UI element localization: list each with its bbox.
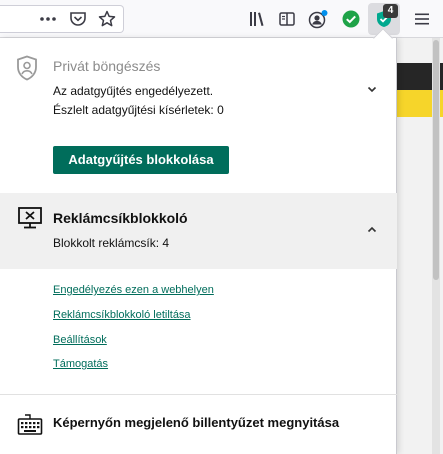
library-icon[interactable] bbox=[247, 9, 267, 29]
adblock-section[interactable]: Reklámcsíkblokkoló Blokkolt reklámcsík: … bbox=[0, 193, 397, 269]
keyboard-icon bbox=[17, 412, 43, 436]
menu-icon[interactable] bbox=[412, 9, 432, 29]
browser-toolbar: 4 bbox=[0, 0, 443, 38]
data-collection-status: Az adatgyűjtés engedélyezett. bbox=[53, 84, 214, 98]
support-link[interactable]: Támogatás bbox=[53, 358, 108, 370]
check-extension-icon[interactable] bbox=[341, 9, 361, 29]
chevron-up-icon[interactable] bbox=[365, 223, 379, 237]
disable-adblock-link[interactable]: Reklámcsíkblokkoló letiltása bbox=[53, 309, 191, 321]
settings-link[interactable]: Beállítások bbox=[53, 334, 107, 346]
page-content-strip bbox=[397, 38, 443, 454]
open-keyboard-title: Képernyőn megjelenő billentyűzet megnyit… bbox=[53, 415, 340, 430]
bookmark-star-icon[interactable] bbox=[97, 9, 117, 29]
chevron-down-icon[interactable] bbox=[365, 82, 379, 96]
block-data-collection-button[interactable]: Adatgyűjtés blokkolása bbox=[53, 146, 229, 174]
tracking-attempts-count: Észlelt adatgyűjtési kísérletek: 0 bbox=[53, 103, 224, 117]
account-icon[interactable] bbox=[308, 9, 328, 29]
section-divider bbox=[0, 394, 397, 395]
pocket-icon[interactable] bbox=[68, 9, 88, 29]
kaspersky-panel: Privát böngészés Az adatgyűjtés engedély… bbox=[0, 28, 397, 454]
allow-on-site-link[interactable]: Engedélyezés ezen a webhelyen bbox=[53, 284, 214, 296]
private-browsing-shield-icon bbox=[16, 55, 38, 81]
reader-icon[interactable] bbox=[277, 9, 297, 29]
private-browsing-title: Privát böngészés bbox=[53, 58, 161, 74]
on-screen-keyboard-section[interactable]: Képernyőn megjelenő billentyűzet megnyit… bbox=[0, 404, 397, 454]
browser-window: 4 Privát böngészés Az adatgyűjtés engedé… bbox=[0, 0, 443, 454]
adblock-monitor-icon bbox=[17, 205, 43, 231]
more-icon[interactable] bbox=[38, 9, 58, 29]
private-browsing-section: Privát böngészés Az adatgyűjtés engedély… bbox=[0, 38, 397, 193]
extension-badge: 4 bbox=[383, 4, 398, 18]
page-scrollbar-thumb[interactable] bbox=[433, 40, 439, 280]
adblock-title: Reklámcsíkblokkoló bbox=[53, 210, 188, 226]
blocked-ads-count: Blokkolt reklámcsík: 4 bbox=[53, 236, 170, 250]
